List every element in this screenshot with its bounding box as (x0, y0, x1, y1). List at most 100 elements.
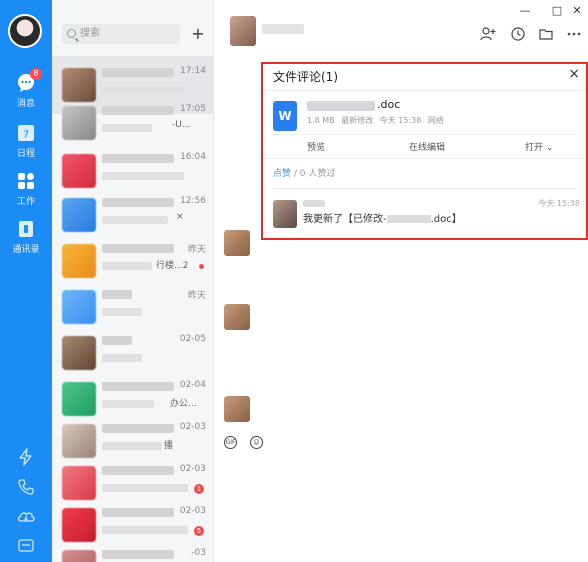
open-button[interactable]: 打开 ⌄ (525, 140, 553, 153)
close-window-button[interactable]: ✕ (570, 4, 584, 17)
emoji-icon[interactable]: ☺ (250, 436, 263, 449)
conversation-name-blurred (102, 244, 174, 253)
conversation-time: 02-03 (179, 464, 206, 474)
left-nav-rail: 8 消息 7 日程 工作 通讯录 (0, 0, 52, 562)
message-avatar (224, 396, 250, 422)
conversation-avatar (62, 198, 96, 232)
conversation-time: 昨天 (187, 291, 206, 301)
conversation-avatar (62, 466, 96, 500)
conversation-preview-blurred (102, 262, 152, 270)
conversation-time: 16:04 (180, 152, 206, 162)
conversation-preview-blurred (102, 124, 152, 132)
doc-extension[interactable]: .doc (377, 98, 400, 111)
chat-avatar (230, 16, 256, 46)
commenter-name-blurred (303, 200, 325, 207)
like-count: / 0 人赞过 (293, 169, 336, 179)
apps-grid-icon (18, 173, 34, 189)
unread-count-badge: 5 (194, 526, 204, 536)
doc-meta-source: 网络 (427, 116, 444, 125)
rail-item-work[interactable]: 工作 (0, 170, 52, 207)
comment-suffix: .doc】 (430, 214, 462, 225)
conversation-time: 12:56 (180, 196, 206, 206)
like-row: 点赞 / 0 人赞过 (273, 166, 335, 179)
calendar-icon: 7 (18, 125, 34, 141)
conversation-time: 昨天 (187, 245, 206, 255)
conversation-preview-text: -U... (172, 120, 191, 130)
comment-text: 我更新了【已修改- .doc】 (303, 210, 462, 225)
conversation-preview-blurred (102, 442, 162, 450)
conversation-preview-blurred (102, 216, 168, 224)
conversation-name-blurred (102, 424, 174, 433)
app-window: 8 消息 7 日程 工作 通讯录 搜索 + 17:14 -U... 17:05 … (0, 0, 588, 562)
divider (273, 188, 576, 189)
gif-icon[interactable]: GIF (224, 436, 237, 449)
conversation-item[interactable]: -03 (52, 538, 214, 562)
chat-title-blurred (262, 24, 304, 34)
search-placeholder: 搜索 (80, 28, 100, 39)
conversation-time: 17:05 (180, 104, 206, 114)
conversation-name-blurred (102, 290, 132, 299)
conversation-preview-blurred (102, 484, 188, 492)
rail-label: 工作 (16, 197, 35, 207)
folder-icon[interactable] (538, 26, 554, 42)
doc-name-blurred (307, 101, 375, 111)
add-member-icon[interactable] (480, 26, 496, 42)
conversation-time: 02-04 (179, 380, 206, 390)
conversation-avatar (62, 382, 96, 416)
unread-dot (199, 264, 204, 269)
file-comment-panel: 文件评论(1) × W .doc 1.8 MB 最新修改 今天 15:38 网络… (261, 62, 588, 240)
conversation-preview-text: 办公... (170, 399, 197, 409)
more-icon[interactable] (566, 26, 582, 42)
conversation-avatar (62, 336, 96, 370)
conversation-time: -03 (191, 548, 206, 558)
conversation-time: 17:14 (180, 66, 206, 76)
comment-prefix: 我更新了【已修改- (303, 214, 387, 225)
maximize-button[interactable]: □ (550, 4, 564, 17)
like-button[interactable]: 点赞 (273, 169, 291, 179)
minimize-button[interactable]: — (518, 4, 532, 17)
cloud-icon[interactable] (16, 507, 36, 525)
history-clock-icon[interactable] (510, 26, 526, 42)
phone-icon[interactable] (17, 478, 35, 496)
comment-time: 今天 15:38 (538, 199, 580, 208)
conversation-name-blurred (102, 106, 174, 115)
conversation-time: 02-03 (179, 422, 206, 432)
doc-time: 今天 15:38 (379, 116, 422, 125)
doc-size: 1.8 MB (307, 116, 335, 125)
commenter-avatar (273, 200, 297, 228)
conversation-preview-blurred (102, 86, 184, 94)
panel-title: 文件评论(1) (273, 70, 338, 84)
conversation-name-blurred (102, 198, 174, 207)
user-avatar[interactable] (8, 14, 42, 48)
conversation-preview-blurred (102, 526, 188, 534)
search-input[interactable]: 搜索 (62, 24, 180, 44)
preview-button[interactable]: 预览 (307, 140, 325, 153)
mail-icon[interactable] (17, 537, 35, 553)
rail-item-calendar[interactable]: 7 日程 (0, 122, 52, 159)
conversation-time: 02-05 (179, 334, 206, 344)
rail-label: 消息 (16, 99, 35, 109)
panel-close-button[interactable]: × (568, 66, 580, 82)
add-button[interactable]: + (190, 24, 206, 44)
conversation-name-blurred (102, 336, 132, 345)
divider (273, 134, 576, 135)
rail-item-messages[interactable]: 8 消息 (0, 68, 52, 109)
messages-badge: 8 (30, 68, 42, 80)
conversation-avatar (62, 424, 96, 458)
conversation-avatar (62, 106, 96, 140)
conversation-avatar (62, 508, 96, 542)
conversation-preview-blurred (102, 172, 184, 180)
rail-item-contacts[interactable]: 通讯录 (0, 218, 52, 255)
conversation-preview-blurred (102, 400, 154, 408)
unread-count-badge: 1 (194, 484, 204, 494)
rail-label: 通讯录 (12, 245, 40, 255)
conversation-preview-blurred (102, 308, 142, 316)
calendar-day: 7 (23, 130, 29, 141)
lightning-icon[interactable] (17, 448, 35, 466)
online-edit-button[interactable]: 在线编辑 (409, 140, 445, 153)
divider (263, 158, 586, 159)
comment-filename-blurred (386, 215, 431, 223)
contacts-book-icon (19, 221, 33, 237)
conversation-preview-text: 播 (164, 441, 174, 451)
conversation-list: 搜索 + 17:14 -U... 17:05 16:04 × 12:56 行楼.… (52, 0, 263, 562)
